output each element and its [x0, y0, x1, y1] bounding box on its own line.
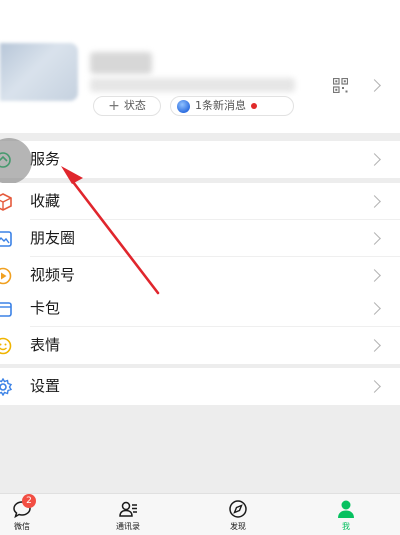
menu-item-favorites[interactable]: 收藏	[0, 183, 400, 220]
tab-label: 我	[342, 522, 350, 531]
plus-icon: +	[108, 98, 120, 114]
wechat-id-blurred	[90, 78, 295, 92]
status-label: 状态	[123, 99, 146, 112]
menu-item-label: 设置	[30, 377, 61, 395]
bottom-tab-bar: 2 微信 通讯录 发现 我	[0, 493, 400, 535]
menu-item-label: 视频号	[30, 266, 76, 284]
new-messages-label: 1条新消息	[195, 99, 246, 112]
menu-item-settings[interactable]: 设置	[0, 368, 400, 405]
menu-item-channels[interactable]: 视频号	[0, 257, 400, 294]
favorites-cube-icon	[0, 193, 12, 211]
tab-label: 发现	[230, 522, 246, 531]
profile-chevron-icon	[368, 79, 381, 92]
status-button[interactable]: + 状态	[93, 96, 161, 116]
new-messages-button[interactable]: 1条新消息	[170, 96, 294, 116]
compass-icon	[229, 500, 247, 518]
menu-item-moments[interactable]: 朋友圈	[0, 220, 400, 257]
unread-dot	[251, 103, 257, 109]
moments-image-icon	[0, 231, 12, 247]
person-icon	[338, 500, 354, 518]
gear-icon	[0, 378, 12, 396]
tab-me[interactable]: 我	[316, 494, 376, 535]
menu-item-label: 服务	[30, 150, 61, 168]
qr-code-icon[interactable]	[333, 78, 348, 93]
menu-item-label: 卡包	[30, 299, 61, 317]
menu-item-cards[interactable]: 卡包	[0, 290, 400, 327]
tab-contacts[interactable]: 通讯录	[98, 494, 158, 535]
tab-chats[interactable]: 2 微信	[0, 494, 52, 535]
unread-badge: 2	[22, 494, 36, 508]
chevron-right-icon	[368, 153, 381, 166]
chevron-right-icon	[368, 232, 381, 245]
menu-item-label: 表情	[30, 336, 61, 354]
contacts-icon	[119, 501, 137, 517]
menu-item-stickers[interactable]: 表情	[0, 327, 400, 364]
tab-discover[interactable]: 发现	[208, 494, 268, 535]
chevron-right-icon	[368, 380, 381, 393]
chevron-right-icon	[368, 269, 381, 282]
chevron-right-icon	[368, 195, 381, 208]
wallet-icon	[0, 302, 12, 317]
chevron-right-icon	[368, 339, 381, 352]
menu-item-services[interactable]: 服务	[0, 141, 400, 178]
tab-label: 微信	[14, 522, 30, 531]
tab-label: 通讯录	[116, 522, 140, 531]
profile-header[interactable]: + 状态 1条新消息	[0, 0, 400, 133]
avatar[interactable]	[0, 43, 78, 101]
channels-icon	[0, 267, 12, 285]
globe-avatar-icon	[177, 99, 190, 113]
menu-item-label: 朋友圈	[30, 229, 76, 247]
nickname-blurred	[90, 52, 152, 74]
menu-item-label: 收藏	[30, 192, 61, 210]
smiley-icon	[0, 337, 12, 355]
chevron-right-icon	[368, 302, 381, 315]
